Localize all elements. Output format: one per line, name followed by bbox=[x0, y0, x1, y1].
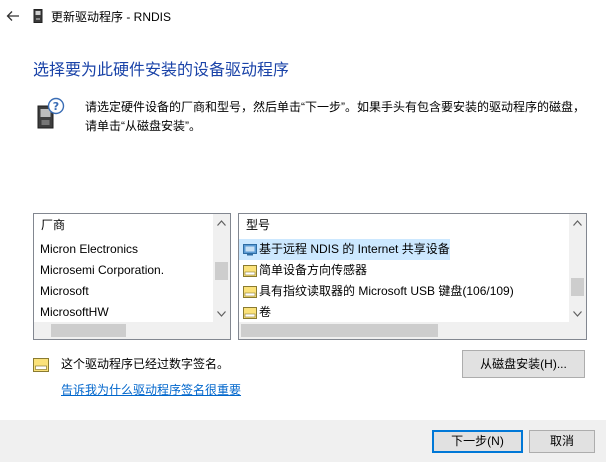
scroll-corner bbox=[569, 322, 586, 339]
manufacturer-item-selected[interactable]: Microsoft bbox=[34, 281, 89, 302]
cancel-button[interactable]: 取消 bbox=[529, 430, 595, 453]
model-item[interactable]: 简单设备方向传感器 bbox=[239, 260, 367, 281]
manufacturer-vertical-scrollbar[interactable] bbox=[213, 214, 230, 322]
manufacturer-scroll-thumb[interactable] bbox=[215, 262, 228, 280]
svg-text:?: ? bbox=[53, 100, 59, 113]
model-item-label: 卷 bbox=[259, 305, 272, 319]
hardware-help-icon: ? bbox=[37, 97, 65, 129]
signed-driver-icon bbox=[243, 285, 257, 298]
scroll-down-arrow-icon[interactable] bbox=[569, 305, 586, 322]
model-column-header: 型号 bbox=[246, 218, 271, 232]
model-item-label: 具有指纹读取器的 Microsoft USB 键盘(106/109) bbox=[259, 284, 514, 298]
model-item-label: 简单设备方向传感器 bbox=[259, 263, 368, 277]
signed-driver-icon bbox=[243, 306, 257, 319]
scroll-up-arrow-icon[interactable] bbox=[569, 214, 586, 231]
signed-driver-icon bbox=[243, 264, 257, 277]
next-button[interactable]: 下一步(N) bbox=[432, 430, 523, 453]
manufacturer-listbox[interactable]: 厂商 Micron Electronics Microsemi Corporat… bbox=[33, 213, 231, 340]
model-hscroll-thumb[interactable] bbox=[241, 324, 438, 337]
signed-driver-icon bbox=[33, 358, 49, 372]
scroll-corner bbox=[213, 322, 230, 339]
model-item[interactable]: 具有指纹读取器的 Microsoft USB 键盘(106/109) bbox=[239, 281, 514, 302]
scroll-up-arrow-icon[interactable] bbox=[213, 214, 230, 231]
page-heading: 选择要为此硬件安装的设备驱动程序 bbox=[33, 62, 290, 79]
instructions-line-1: 请选定硬件设备的厂商和型号，然后单击“下一步”。如果手头有包含要安装的驱动程序的… bbox=[85, 100, 585, 114]
model-item-label: 基于远程 NDIS 的 Internet 共享设备 bbox=[259, 242, 450, 256]
instructions-line-2: 请单击“从磁盘安装”。 bbox=[85, 119, 201, 133]
model-horizontal-scrollbar[interactable] bbox=[239, 322, 569, 339]
model-item[interactable]: 卷 bbox=[239, 302, 271, 323]
signature-status-text: 这个驱动程序已经过数字签名。 bbox=[61, 357, 230, 371]
model-item-selected[interactable]: 基于远程 NDIS 的 Internet 共享设备 bbox=[239, 239, 450, 260]
manufacturer-item[interactable]: Microsemi Corporation. bbox=[34, 260, 164, 281]
manufacturer-horizontal-scrollbar[interactable] bbox=[34, 322, 213, 339]
manufacturer-column-header: 厂商 bbox=[41, 218, 66, 232]
instructions-text: 请选定硬件设备的厂商和型号，然后单击“下一步”。如果手头有包含要安装的驱动程序的… bbox=[85, 98, 595, 136]
manufacturer-item[interactable]: MicrosoftHW bbox=[34, 302, 109, 323]
model-listbox[interactable]: 型号 基于远程 NDIS 的 Internet 共享设备 简单设备方向传感器 具… bbox=[238, 213, 587, 340]
network-adapter-icon bbox=[243, 243, 257, 255]
manufacturer-hscroll-thumb[interactable] bbox=[51, 324, 126, 337]
signature-info-link[interactable]: 告诉我为什么驱动程序签名很重要 bbox=[61, 382, 241, 398]
driver-wizard-window: { "window": { "title": "更新驱动程序 - RNDIS" … bbox=[0, 0, 606, 462]
back-arrow-icon[interactable] bbox=[6, 9, 20, 23]
manufacturer-item[interactable]: Micron Electronics bbox=[34, 239, 138, 260]
device-icon bbox=[33, 9, 43, 23]
have-disk-button[interactable]: 从磁盘安装(H)... bbox=[462, 350, 585, 378]
window-title: 更新驱动程序 - RNDIS bbox=[51, 10, 172, 24]
scroll-down-arrow-icon[interactable] bbox=[213, 305, 230, 322]
model-vertical-scrollbar[interactable] bbox=[569, 214, 586, 322]
model-scroll-thumb[interactable] bbox=[571, 278, 584, 296]
